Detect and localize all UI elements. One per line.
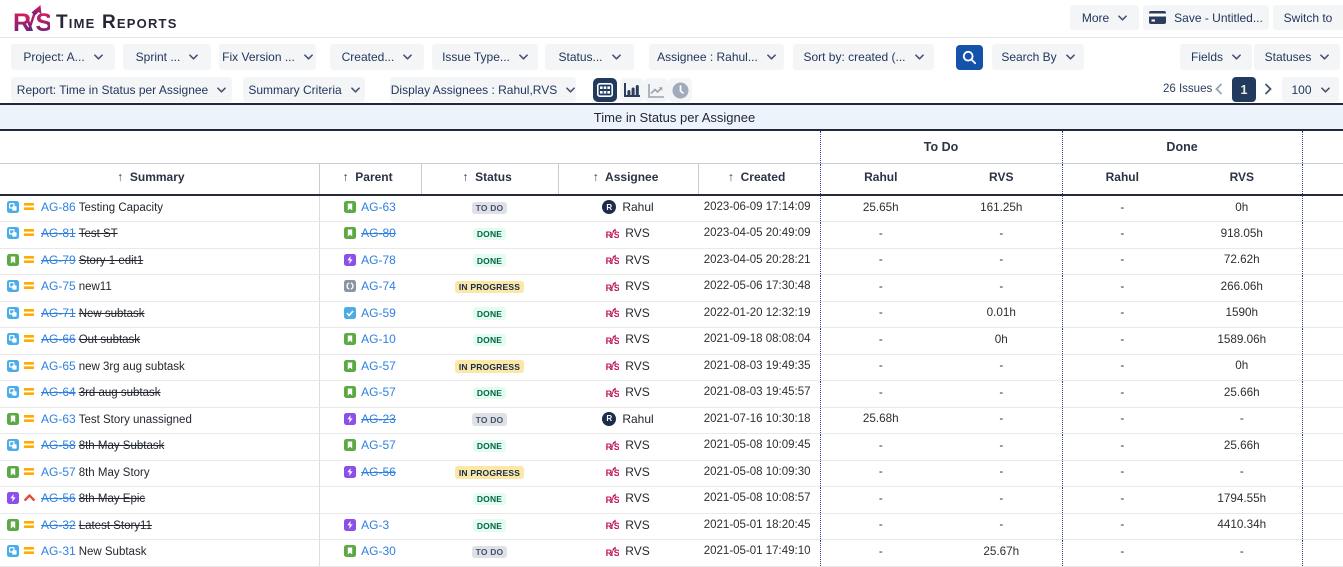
svg-text:S: S: [614, 495, 619, 504]
svg-text:S: S: [614, 442, 619, 451]
svg-text:S: S: [36, 9, 51, 34]
svg-text:S: S: [614, 309, 619, 318]
svg-text:S: S: [614, 468, 619, 477]
svg-text:S: S: [614, 362, 619, 371]
svg-text:S: S: [614, 336, 619, 345]
svg-text:S: S: [614, 283, 619, 292]
svg-text:S: S: [614, 521, 619, 530]
svg-text:S: S: [614, 256, 619, 265]
svg-text:S: S: [614, 548, 619, 557]
svg-text:S: S: [614, 389, 619, 398]
svg-text:S: S: [614, 230, 619, 239]
